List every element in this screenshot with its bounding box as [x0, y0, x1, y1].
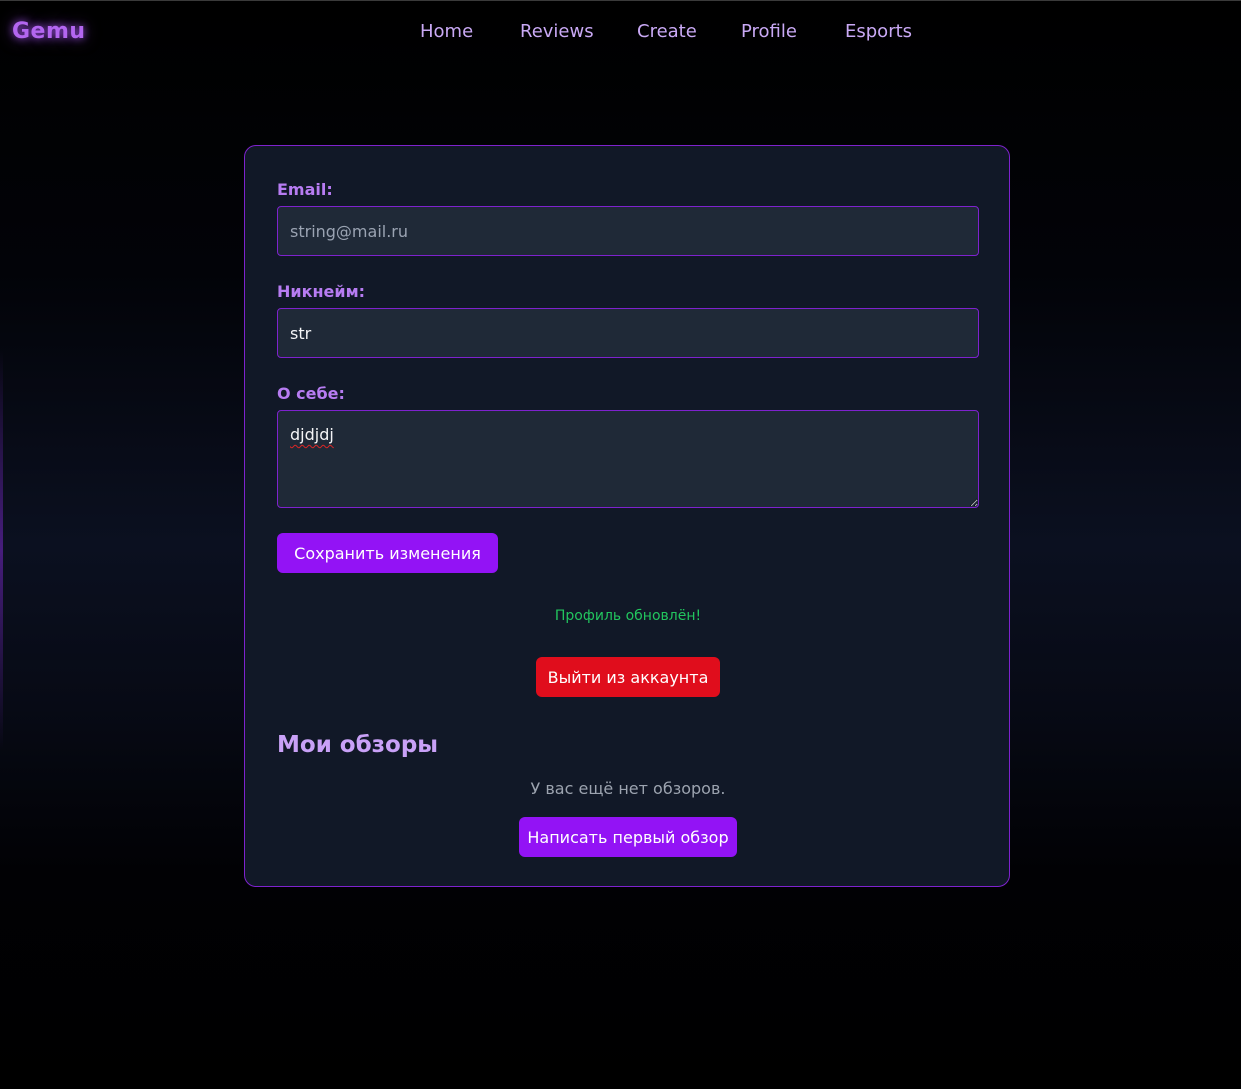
email-field[interactable]: [277, 206, 979, 256]
nav-create[interactable]: Create: [637, 21, 697, 42]
write-first-review-button[interactable]: Написать первый обзор: [519, 817, 737, 857]
about-textarea[interactable]: [277, 410, 979, 508]
no-reviews-message: У вас ещё нет обзоров.: [530, 779, 726, 798]
left-edge-glow: [0, 350, 3, 750]
nickname-label: Никнейм:: [277, 282, 366, 301]
save-changes-button[interactable]: Сохранить изменения: [277, 533, 498, 573]
profile-card: Email: Никнейм: О себе: Сохранить измене…: [244, 145, 1010, 887]
site-logo[interactable]: Gemu: [12, 19, 86, 44]
logout-button[interactable]: Выйти из аккаунта: [536, 657, 720, 697]
email-label: Email:: [277, 180, 333, 199]
nav-reviews[interactable]: Reviews: [520, 21, 594, 42]
about-label: О себе:: [277, 384, 345, 403]
nav-profile[interactable]: Profile: [741, 21, 797, 42]
my-reviews-title: Мои обзоры: [277, 732, 439, 758]
status-message: Профиль обновлён!: [554, 608, 702, 624]
nav-esports[interactable]: Esports: [845, 21, 912, 42]
window-top-border: [0, 0, 1241, 1]
nickname-field[interactable]: [277, 308, 979, 358]
nav-home[interactable]: Home: [420, 21, 473, 42]
